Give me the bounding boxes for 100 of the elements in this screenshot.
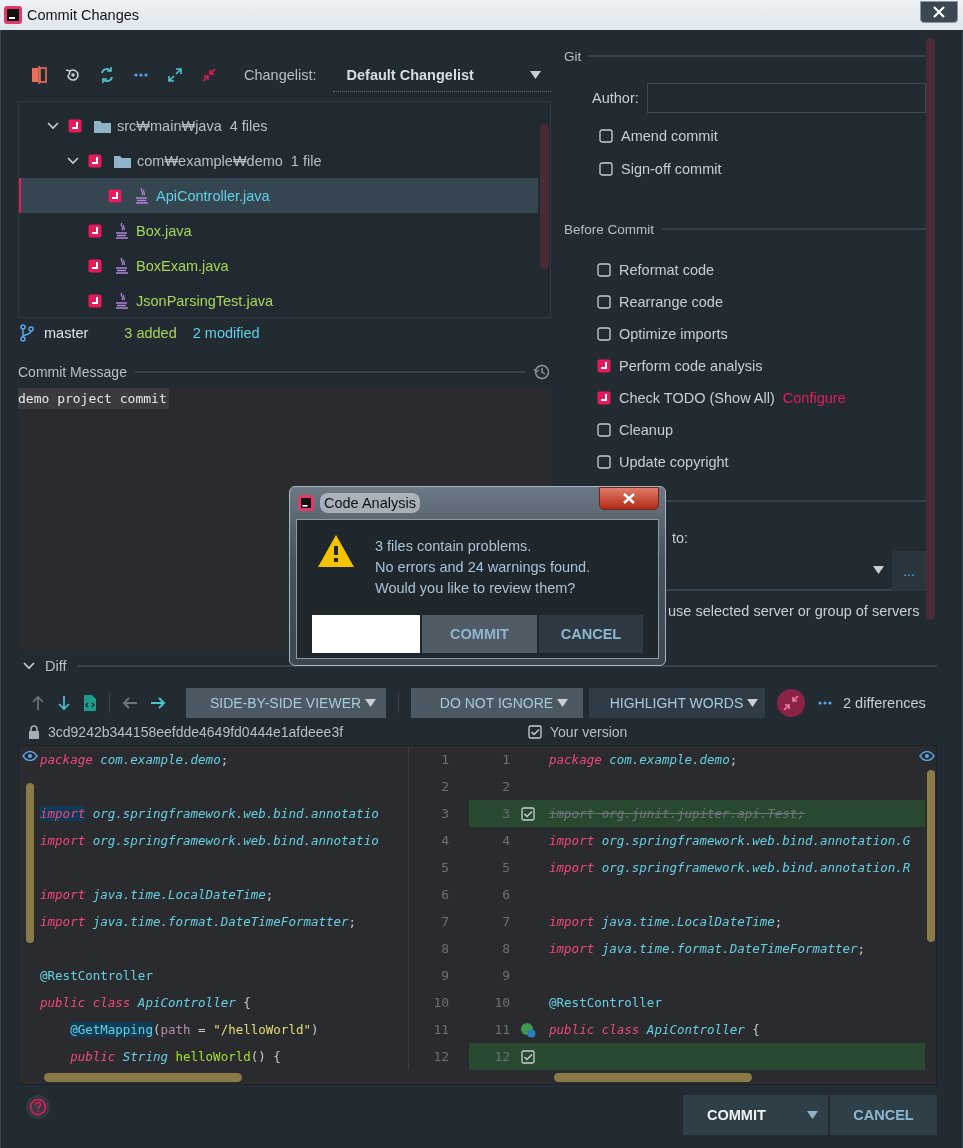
version-title: Your version	[550, 723, 628, 740]
line-number: 8	[440, 940, 451, 958]
commit-button[interactable]: COMMIT	[683, 1095, 828, 1135]
dropdown-icon	[747, 699, 759, 707]
chevron-icon[interactable]	[47, 121, 59, 130]
refresh-icon[interactable]	[98, 66, 116, 84]
chevron-icon[interactable]	[67, 156, 79, 165]
up-arrow-icon[interactable]	[31, 695, 45, 711]
changelist-dropdown[interactable]: Default Changelist	[332, 58, 551, 92]
more-icon[interactable]	[817, 700, 833, 706]
checkbox[interactable]	[599, 128, 613, 143]
section-title: Before Commit	[564, 221, 655, 237]
checkbox[interactable]	[597, 263, 611, 277]
checkbox-icon[interactable]	[521, 1049, 536, 1064]
close-button[interactable]	[599, 487, 659, 510]
close-icon	[933, 6, 945, 18]
option-label: Perform code analysis	[619, 358, 763, 374]
checkbox[interactable]	[597, 455, 611, 469]
chevron-icon[interactable]	[23, 662, 35, 670]
rollback-icon[interactable]	[64, 66, 82, 84]
checkbox[interactable]	[597, 327, 611, 341]
app-icon	[298, 495, 314, 511]
option-label: Rearrange code	[619, 294, 723, 310]
history-icon[interactable]	[533, 363, 551, 381]
diff-title: Diff	[45, 658, 67, 674]
line-number: 9	[440, 967, 451, 985]
line-number: 4	[440, 832, 451, 850]
line-number: 9	[501, 967, 512, 985]
code-line: @GetMapping(path = "/helloWorld")	[70, 1022, 319, 1037]
code-line: import java.time.LocalDateTime;	[549, 914, 783, 929]
eye-icon[interactable]	[918, 751, 935, 761]
cancel-button[interactable]: CANCEL	[830, 1095, 937, 1135]
line-number: 11	[493, 1021, 512, 1039]
dialog-title: Code Analysis	[320, 493, 420, 513]
line-number: 1	[501, 751, 512, 769]
author-field[interactable]	[646, 83, 926, 113]
browse-button[interactable]: ...	[892, 551, 926, 591]
close-icon	[623, 493, 635, 504]
help-icon[interactable]	[26, 1095, 50, 1119]
tree-row[interactable]: Box.java	[19, 213, 550, 248]
checkbox[interactable]	[597, 295, 611, 309]
code-line: package com.example.demo;	[549, 752, 738, 767]
folder-icon	[94, 118, 111, 133]
checkbox[interactable]	[597, 423, 611, 437]
checkbox[interactable]	[88, 223, 102, 238]
warning-icon	[317, 534, 355, 568]
left-arrow-icon[interactable]	[122, 697, 138, 709]
tree-row[interactable]: BoxExam.java	[19, 248, 550, 283]
code-line: import org.springframework.web.bind.annotation.G	[549, 833, 911, 848]
collapse-icon[interactable]	[777, 689, 805, 717]
java-icon	[134, 186, 150, 205]
checkbox-icon[interactable]	[521, 806, 536, 821]
line-number: 6	[501, 886, 512, 904]
close-button[interactable]	[920, 1, 958, 23]
down-arrow-icon[interactable]	[57, 695, 71, 711]
checkbox[interactable]	[88, 293, 102, 308]
dropdown-icon	[873, 566, 884, 574]
checkbox[interactable]	[88, 258, 102, 273]
code-line: import java.time.format.DateTimeFormatter;	[549, 941, 866, 956]
collapse-icon[interactable]	[200, 66, 218, 84]
expand-icon[interactable]	[166, 66, 184, 84]
code-line: import org.junit.jupiter.api.Test;	[549, 806, 805, 821]
line-number: 6	[440, 886, 451, 904]
checkbox[interactable]	[68, 118, 82, 133]
tree-row[interactable]: JsonParsingTest.java	[19, 283, 550, 318]
changelist-label: Changelist:	[244, 67, 317, 83]
bean-icon[interactable]	[520, 1021, 537, 1038]
checkbox[interactable]	[597, 391, 611, 405]
author-label: Author:	[592, 90, 639, 106]
right-arrow-icon[interactable]	[150, 697, 166, 709]
revision-hash: 3cd9242b344158eefdde4649fd0444e1afdeee3f	[48, 723, 344, 740]
dropdown-icon	[365, 699, 377, 707]
branch-name: master	[44, 325, 89, 341]
tree-row[interactable]: src₩main₩java 4 files	[19, 108, 550, 143]
line-number: 4	[501, 832, 512, 850]
modified-count: 2 modified	[192, 325, 260, 341]
line-number: 10	[493, 994, 512, 1012]
eye-icon[interactable]	[21, 751, 38, 761]
tree-row[interactable]: com₩example₩demo 1 file	[19, 143, 550, 178]
ignore-dropdown[interactable]: DO NOT IGNORE	[411, 688, 583, 718]
checkbox[interactable]	[599, 161, 613, 176]
lock-icon	[28, 724, 40, 739]
edit-source-icon[interactable]	[83, 694, 97, 712]
checkbox[interactable]	[528, 724, 542, 739]
tree-row[interactable]: ApiController.java	[19, 178, 538, 213]
code-line: public class ApiController {	[40, 995, 251, 1010]
folder-name: com₩example₩demo	[137, 152, 283, 169]
differences-count: 2 differences	[843, 695, 926, 711]
line-number: 5	[501, 859, 512, 877]
highlight-dropdown[interactable]: HIGHLIGHT WORDS	[589, 688, 765, 718]
section-title: Git	[564, 48, 582, 64]
viewer-dropdown[interactable]: SIDE-BY-SIDE VIEWER	[186, 688, 386, 718]
diff-icon[interactable]	[30, 66, 48, 84]
checkbox[interactable]	[108, 188, 122, 203]
dialog-message: 3 files contain problems.	[375, 537, 533, 556]
java-icon	[114, 256, 130, 275]
checkbox[interactable]	[88, 153, 102, 168]
file-count: 4 files	[229, 117, 268, 134]
cancel-button[interactable]: CANCEL	[539, 615, 643, 653]
checkbox[interactable]	[597, 359, 611, 373]
